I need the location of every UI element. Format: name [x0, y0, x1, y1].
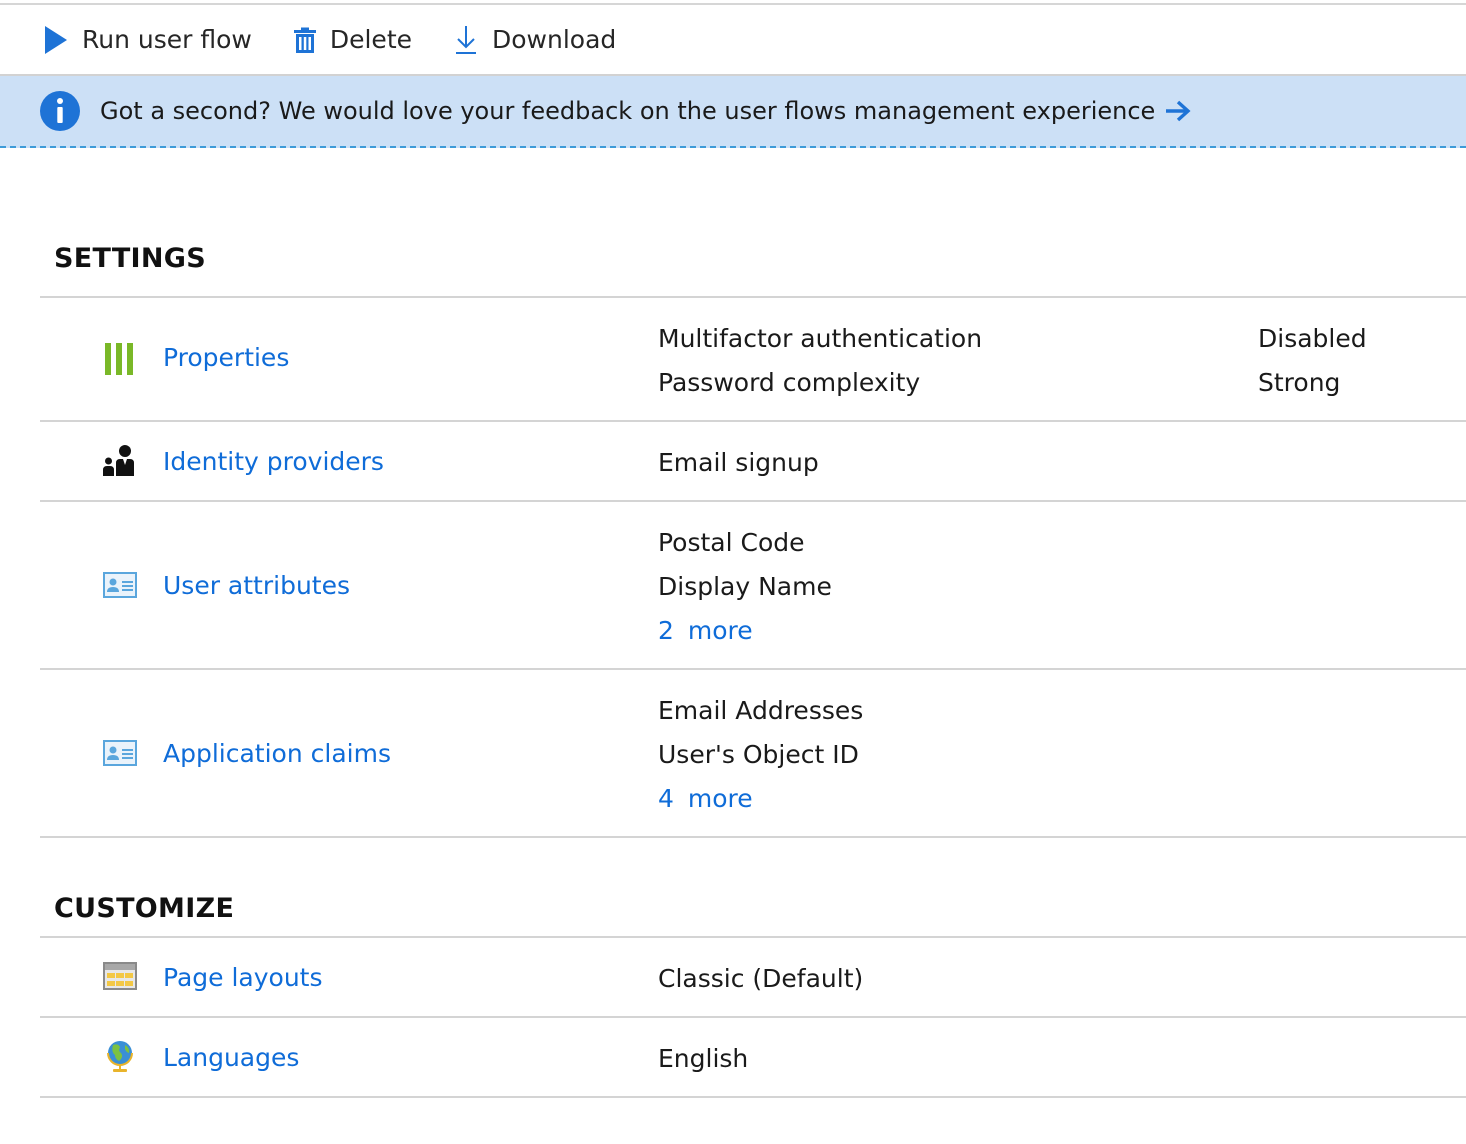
application-claims-more-link[interactable]: 4 more [658, 777, 753, 821]
download-icon [454, 25, 478, 55]
delete-label: Delete [329, 25, 413, 54]
globe-icon [102, 1038, 138, 1074]
download-label: Download [492, 25, 617, 54]
command-bar: Run user flow Delete Download [0, 5, 1466, 74]
people-icon [102, 442, 138, 478]
delete-button[interactable]: Delete [293, 5, 413, 74]
feedback-banner[interactable]: Got a second? We would love your feedbac… [0, 76, 1466, 148]
page-layouts-link[interactable]: Page layouts [163, 963, 323, 992]
mfa-value: Disabled [1258, 324, 1367, 353]
play-icon [44, 25, 68, 55]
settings-row-application-claims: Application claims Email Addresses User'… [40, 670, 1466, 836]
customize-heading: CUSTOMIZE [54, 893, 235, 924]
language-value: English [658, 1044, 749, 1073]
attribute-item: Display Name [658, 572, 832, 601]
id-card-icon [102, 735, 138, 771]
divider [40, 836, 1466, 838]
user-attributes-more-link[interactable]: 2 more [658, 609, 753, 653]
run-user-flow-button[interactable]: Run user flow [44, 5, 252, 74]
password-complexity-label: Password complexity [658, 368, 921, 397]
id-card-icon [102, 567, 138, 603]
application-claims-link[interactable]: Application claims [163, 739, 391, 768]
properties-bars-icon [102, 341, 138, 377]
table-layout-icon [102, 958, 138, 994]
settings-row-user-attributes: User attributes Postal Code Display Name… [40, 502, 1466, 668]
trash-icon [293, 27, 316, 53]
password-complexity-value: Strong [1258, 368, 1341, 397]
identity-providers-link[interactable]: Identity providers [163, 447, 384, 476]
divider [40, 1096, 1466, 1098]
page-layout-value: Classic (Default) [658, 964, 864, 993]
info-icon [40, 91, 80, 131]
arrow-right-icon[interactable] [1165, 100, 1191, 122]
attribute-item: Postal Code [658, 528, 805, 557]
mfa-label: Multifactor authentication [658, 324, 983, 353]
settings-heading: SETTINGS [54, 243, 206, 274]
settings-row-identity-providers: Identity providers Email signup [40, 422, 1466, 500]
settings-row-properties: Properties Multifactor authentication Di… [40, 298, 1466, 420]
customize-row-languages: Languages English [40, 1018, 1466, 1096]
run-user-flow-label: Run user flow [82, 25, 252, 54]
customize-row-page-layouts: Page layouts Classic (Default) [40, 938, 1466, 1016]
properties-link[interactable]: Properties [163, 343, 289, 372]
feedback-message: Got a second? We would love your feedbac… [100, 97, 1156, 125]
user-attributes-link[interactable]: User attributes [163, 571, 350, 600]
claim-item: User's Object ID [658, 740, 859, 769]
languages-link[interactable]: Languages [163, 1043, 299, 1072]
download-button[interactable]: Download [454, 5, 616, 74]
claim-item: Email Addresses [658, 696, 864, 725]
identity-provider-value: Email signup [658, 448, 819, 477]
